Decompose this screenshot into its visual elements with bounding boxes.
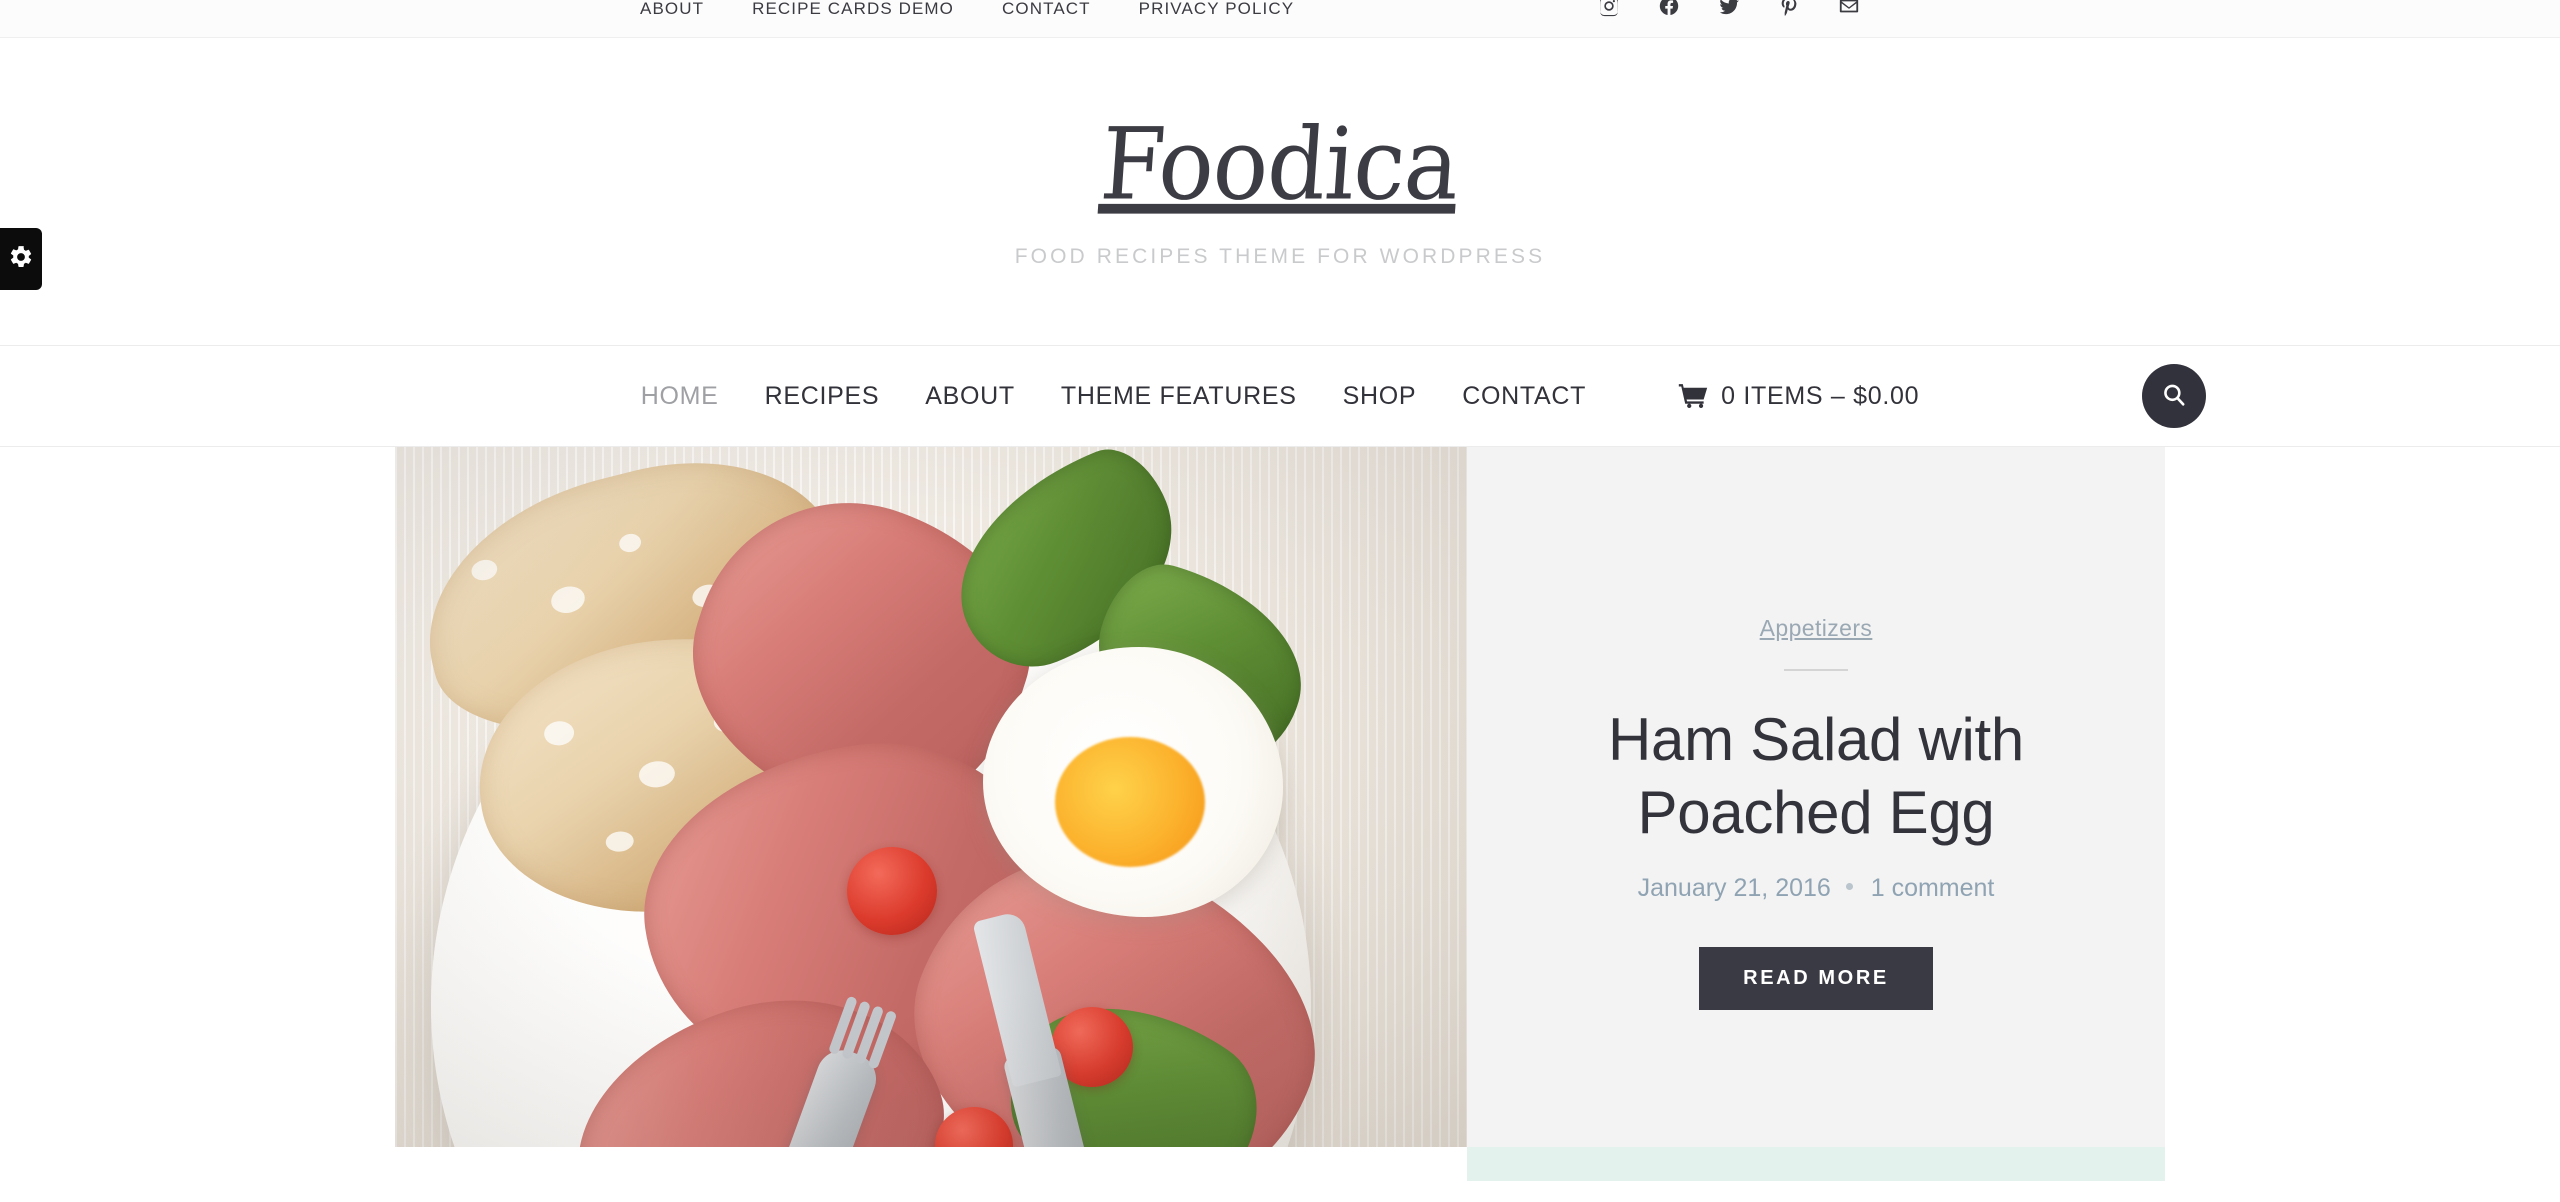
featured-slide: Appetizers Ham Salad with Poached Egg Ja… xyxy=(395,447,2165,1181)
nav-link-about[interactable]: ABOUT xyxy=(925,382,1015,410)
top-menu-item-contact[interactable]: CONTACT xyxy=(1002,0,1091,19)
facebook-icon[interactable] xyxy=(1658,0,1680,22)
featured-post-meta: January 21, 2016 1 comment xyxy=(1638,874,1995,903)
featured-content-panel: Appetizers Ham Salad with Poached Egg Ja… xyxy=(1467,447,2165,1181)
cart-label: 0 ITEMS – $0.00 xyxy=(1721,381,1920,410)
main-navigation-bar: HOME RECIPES ABOUT THEME FEATURES SHOP C… xyxy=(0,345,2560,447)
featured-slider-section: Appetizers Ham Salad with Poached Egg Ja… xyxy=(0,447,2560,1181)
nav-link-home[interactable]: HOME xyxy=(641,382,719,410)
top-menu-item-about[interactable]: ABOUT xyxy=(640,0,704,19)
cherry-tomato-1 xyxy=(847,847,937,935)
next-slide-strip xyxy=(1467,1147,2165,1181)
nav-item-about[interactable]: ABOUT xyxy=(925,382,1015,411)
theme-settings-tab[interactable] xyxy=(0,228,42,290)
egg-yolk xyxy=(1055,737,1205,867)
featured-category-link[interactable]: Appetizers xyxy=(1760,615,1873,642)
email-icon[interactable] xyxy=(1838,0,1860,22)
nav-link-shop[interactable]: SHOP xyxy=(1343,382,1417,410)
nav-item-home[interactable]: HOME xyxy=(641,382,719,411)
site-branding: Foodica FOOD RECIPES THEME FOR WORDPRESS xyxy=(0,38,2560,345)
site-tagline: FOOD RECIPES THEME FOR WORDPRESS xyxy=(1014,244,1546,268)
nav-item-shop[interactable]: SHOP xyxy=(1343,382,1417,411)
top-menu-item-privacy-policy[interactable]: PRIVACY POLICY xyxy=(1139,0,1295,19)
featured-image[interactable] xyxy=(395,447,1467,1147)
featured-post-title[interactable]: Ham Salad with Poached Egg xyxy=(1536,703,2096,849)
nav-link-contact[interactable]: CONTACT xyxy=(1462,382,1586,410)
twitter-icon[interactable] xyxy=(1718,0,1740,22)
instagram-icon[interactable] xyxy=(1598,0,1620,22)
featured-post-date: January 21, 2016 xyxy=(1637,874,1831,903)
nav-item-theme-features[interactable]: THEME FEATURES xyxy=(1061,382,1297,411)
featured-post-comments[interactable]: 1 comment xyxy=(1871,874,1995,902)
top-utility-bar: ABOUT RECIPE CARDS DEMO CONTACT PRIVACY … xyxy=(0,0,2560,38)
read-more-button[interactable]: READ MORE xyxy=(1699,947,1933,1011)
search-toggle-button[interactable] xyxy=(2142,364,2206,428)
pinterest-icon[interactable] xyxy=(1778,0,1800,22)
cart-link[interactable]: 0 ITEMS – $0.00 xyxy=(1678,382,1919,411)
site-logo[interactable]: Foodica xyxy=(1097,106,1462,222)
top-menu-item-recipe-cards-demo[interactable]: RECIPE CARDS DEMO xyxy=(752,0,954,19)
nav-item-recipes[interactable]: RECIPES xyxy=(765,382,880,411)
top-menu: ABOUT RECIPE CARDS DEMO CONTACT PRIVACY … xyxy=(640,0,1294,19)
social-links xyxy=(1598,0,1860,22)
gear-icon xyxy=(8,244,34,275)
search-icon xyxy=(2161,382,2187,411)
nav-link-theme-features[interactable]: THEME FEATURES xyxy=(1061,382,1297,410)
main-menu: HOME RECIPES ABOUT THEME FEATURES SHOP C… xyxy=(618,382,1942,411)
meta-separator-dot xyxy=(1845,883,1853,891)
nav-item-contact[interactable]: CONTACT xyxy=(1462,382,1586,411)
shopping-cart-icon xyxy=(1678,383,1708,409)
nav-link-recipes[interactable]: RECIPES xyxy=(765,382,880,410)
category-divider xyxy=(1784,669,1848,671)
nav-item-cart[interactable]: 0 ITEMS – $0.00 xyxy=(1632,382,1919,411)
